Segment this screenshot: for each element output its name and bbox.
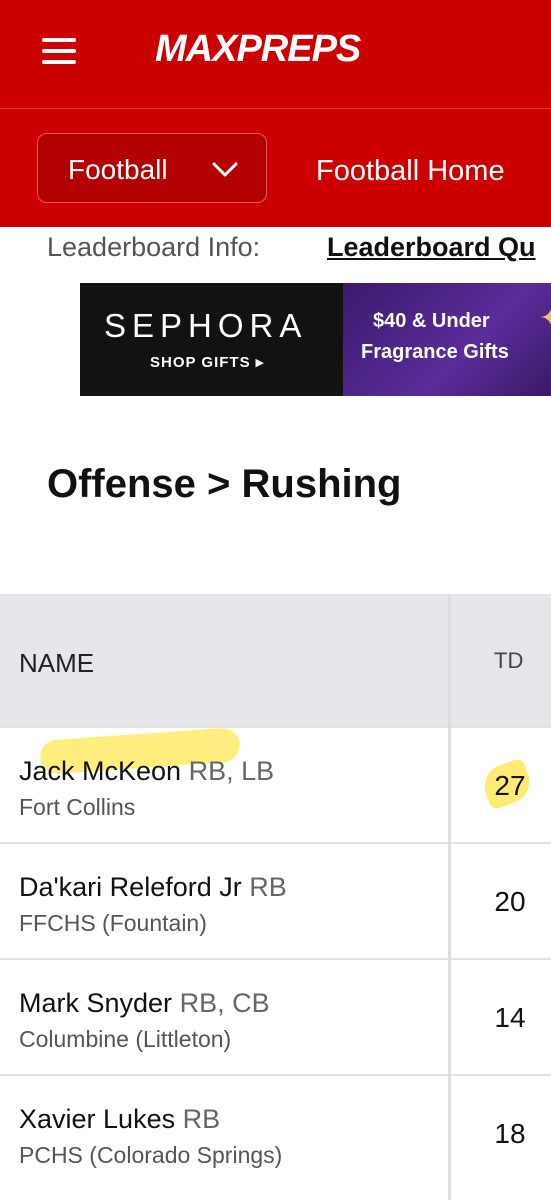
player-td: 14	[494, 1002, 526, 1033]
player-name-line: Da'kari Releford Jr RB	[19, 872, 287, 903]
column-header-name[interactable]: NAME	[19, 648, 94, 679]
player-td: 20	[494, 886, 526, 917]
football-home-link[interactable]: Football Home	[316, 155, 505, 188]
player-name[interactable]: Xavier Lukes	[19, 1104, 175, 1134]
player-name[interactable]: Da'kari Releford Jr	[19, 872, 242, 902]
chevron-down-icon	[212, 162, 238, 177]
player-td: 18	[494, 1118, 526, 1149]
player-td: 27	[494, 770, 526, 801]
player-name[interactable]: Jack McKeon	[19, 756, 181, 786]
player-name-line: Mark Snyder RB, CB	[19, 988, 270, 1019]
leaderboard-qualifications-link[interactable]: Leaderboard Qu	[327, 232, 536, 263]
player-name-line: Xavier Lukes RB	[19, 1104, 220, 1135]
sport-dropdown[interactable]: Football	[37, 133, 267, 203]
player-position: RB, LB	[188, 756, 275, 786]
player-name[interactable]: Mark Snyder	[19, 988, 172, 1018]
player-school: FFCHS (Fountain)	[19, 910, 207, 936]
table-header: NAME TD	[0, 594, 551, 726]
player-name-line: Jack McKeon RB, LB	[19, 756, 274, 787]
sephora-ad-banner[interactable]: SEPHORA SHOP GIFTS ▸ $40 & Under Fragran…	[80, 283, 551, 396]
ad-promo-line2: Fragrance Gifts	[361, 341, 509, 363]
leaderboard-info: Leaderboard Info: Leaderboard Qu	[47, 232, 536, 263]
player-school: Columbine (Littleton)	[19, 1026, 232, 1052]
leaderboard-info-label: Leaderboard Info:	[47, 232, 261, 262]
column-header-td[interactable]: TD	[494, 648, 523, 674]
sport-nav-bar: Football Football Home	[0, 109, 551, 227]
table-row[interactable]: Jack McKeon RB, LB Fort Collins 27	[0, 726, 551, 842]
hamburger-menu-icon[interactable]	[42, 36, 76, 66]
player-school: PCHS (Colorado Springs)	[19, 1142, 283, 1168]
sport-dropdown-label: Football	[68, 154, 168, 185]
table-row[interactable]: Xavier Lukes RB PCHS (Colorado Springs) …	[0, 1074, 551, 1190]
player-position: RB	[249, 872, 287, 902]
ad-promo-line1: $40 & Under	[373, 310, 490, 332]
ad-brand: SEPHORA	[104, 307, 308, 344]
leaderboard-table: NAME TD Jack McKeon RB, LB Fort Collins …	[0, 594, 551, 1200]
player-school: Fort Collins	[19, 794, 136, 820]
player-position: RB	[182, 1104, 221, 1134]
page-title: Offense > Rushing	[47, 462, 402, 506]
maxpreps-logo[interactable]: MAXPREPS	[155, 22, 365, 84]
player-position: RB, CB	[179, 988, 270, 1018]
logo-text: MAXPREPS	[155, 28, 361, 70]
top-nav-bar: MAXPREPS	[0, 0, 551, 109]
column-divider	[448, 594, 451, 1200]
ad-tagline: SHOP GIFTS ▸	[150, 354, 265, 371]
table-row[interactable]: Da'kari Releford Jr RB FFCHS (Fountain) …	[0, 842, 551, 958]
table-row[interactable]: Mark Snyder RB, CB Columbine (Littleton)…	[0, 958, 551, 1074]
ad-promo-panel: $40 & Under Fragrance Gifts ✦	[343, 283, 551, 396]
sparkle-icon: ✦	[539, 301, 551, 336]
